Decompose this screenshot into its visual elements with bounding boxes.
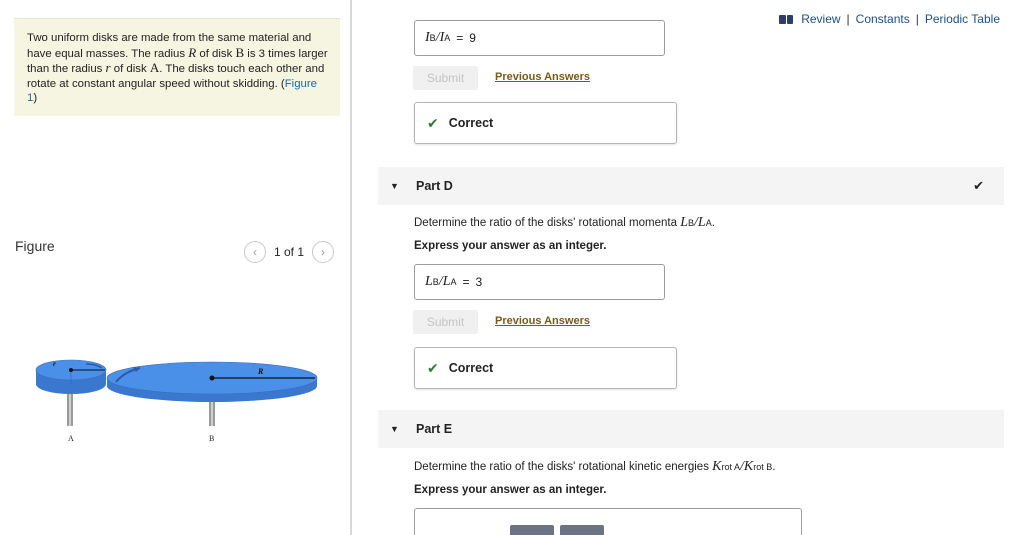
part-d-submit-button[interactable]: Submit <box>413 310 478 334</box>
part-c-previous-answers-link[interactable]: Previous Answers <box>495 71 590 83</box>
problem-statement: Two uniform disks are made from the same… <box>14 18 340 116</box>
figure-heading: Figure <box>15 238 55 254</box>
checkmark-icon: ✔ <box>973 178 984 193</box>
check-icon: ✔ <box>427 114 439 131</box>
book-icon <box>779 14 794 24</box>
part-e-header[interactable]: ▼ Part E <box>378 410 1004 448</box>
label-r: r <box>53 360 56 368</box>
part-c-submit-button[interactable]: Submit <box>413 66 478 90</box>
caret-down-icon: ▼ <box>390 181 399 191</box>
part-c-answer-field[interactable]: I B / I A = 9 <box>414 20 665 56</box>
figure-pager: ‹ 1 of 1 › <box>244 241 335 263</box>
next-figure-button[interactable]: › <box>312 241 335 263</box>
caret-down-icon: ▼ <box>390 424 399 434</box>
part-d-correct-feedback: ✔ Correct <box>414 347 677 389</box>
part-d-answer-value: 3 <box>475 275 483 289</box>
check-icon: ✔ <box>427 359 439 376</box>
review-link[interactable]: Review <box>801 12 840 26</box>
figure-page-count: 1 of 1 <box>274 245 305 259</box>
chevron-right-icon: › <box>321 245 326 259</box>
disks-figure: R r A B <box>35 359 318 443</box>
part-c-correct-feedback: ✔ Correct <box>414 102 677 144</box>
part-d-instruction: Express your answer as an integer. <box>414 240 607 252</box>
label-R: R <box>257 367 264 376</box>
part-d-answer-field[interactable]: L B / L A = 3 <box>414 264 665 300</box>
part-e-instruction: Express your answer as an integer. <box>414 484 607 496</box>
prev-figure-button[interactable]: ‹ <box>244 241 266 263</box>
chevron-left-icon: ‹ <box>253 245 257 259</box>
symbol-toolbar-button[interactable] <box>560 525 604 535</box>
part-d-header[interactable]: ▼ Part D ✔ <box>378 167 1004 205</box>
part-d-previous-answers-link[interactable]: Previous Answers <box>495 315 590 327</box>
constants-link[interactable]: Constants <box>856 12 910 26</box>
top-links: Review | Constants | Periodic Table <box>779 12 1000 26</box>
part-e-question: Determine the ratio of the disks' rotati… <box>414 459 776 474</box>
template-toolbar-button[interactable] <box>510 525 554 535</box>
part-e-answer-editor[interactable] <box>414 508 802 535</box>
problem-pane: Two uniform disks are made from the same… <box>0 0 352 535</box>
part-d-question: Determine the ratio of the disks' rotati… <box>414 215 715 230</box>
label-a: A <box>68 434 74 443</box>
label-b: B <box>209 434 214 443</box>
part-c-answer-value: 9 <box>469 31 476 45</box>
periodic-table-link[interactable]: Periodic Table <box>925 12 1000 26</box>
